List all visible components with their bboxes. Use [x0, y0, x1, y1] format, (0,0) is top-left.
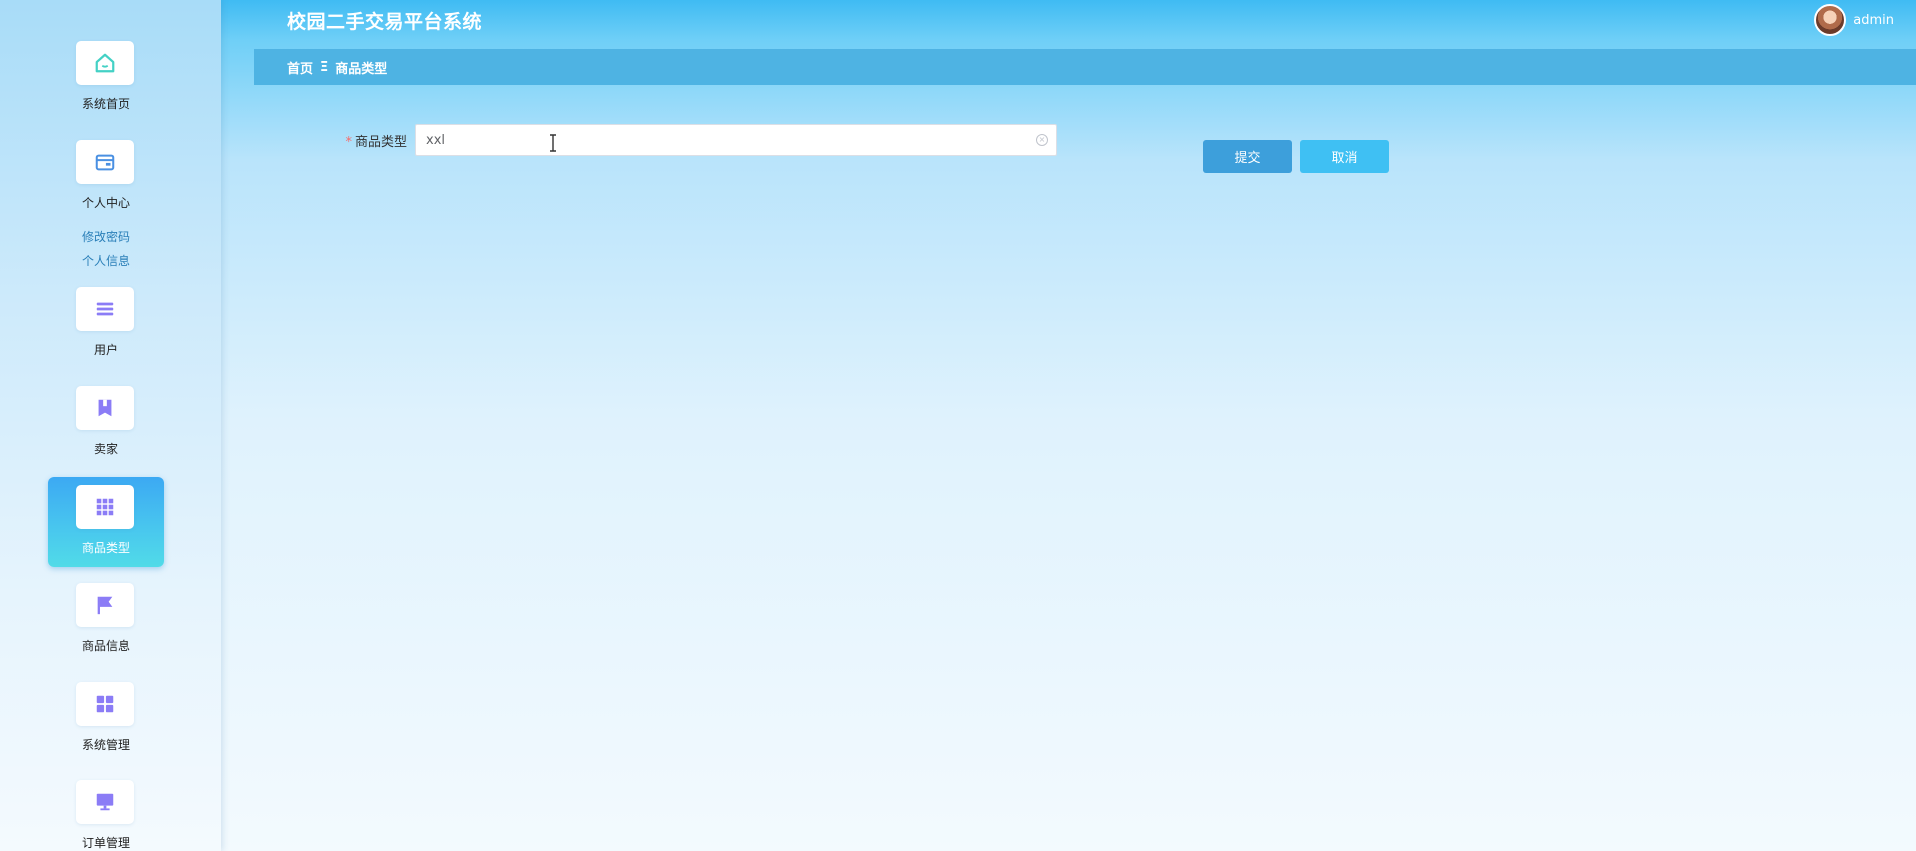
breadcrumb-separator: Ξ [320, 59, 329, 75]
username[interactable]: admin [1853, 13, 1894, 28]
sidebar-item-home-tile [76, 41, 134, 85]
sidebar-item-personal-center-tile [76, 140, 134, 184]
sidebar-item-users[interactable]: 用户 [48, 279, 164, 369]
product-type-label: * 商品类型 [340, 131, 415, 150]
sidebar-item-product-info-tile [76, 583, 134, 627]
wallet-icon [95, 154, 115, 171]
sidebar-item-label: 系统管理 [81, 738, 130, 752]
sidebar-item-label: 订单管理 [81, 836, 130, 850]
breadcrumb-current: 商品类型 [335, 61, 388, 77]
avatar[interactable] [1814, 4, 1847, 36]
sidebar-item-label: 商品类型 [81, 541, 130, 555]
breadcrumb-home[interactable]: 首页 [287, 58, 313, 77]
sidebar-item-label: 用户 [93, 343, 118, 357]
sidebar-item-product-type[interactable]: 商品类型 [48, 477, 164, 567]
cancel-button[interactable]: 取消 [1300, 140, 1389, 173]
required-mark: * [345, 134, 352, 150]
sidebar-item-system-management[interactable]: 系统管理 [48, 674, 164, 764]
sidebar-item-order-management-tile [76, 780, 134, 824]
sidebar-item-label: 系统首页 [81, 97, 130, 111]
sidebar-item-label: 商品信息 [81, 639, 130, 653]
monitor-icon [96, 793, 114, 811]
clear-icon[interactable]: × [1036, 134, 1048, 146]
sidebar-item-order-management[interactable]: 订单管理 [48, 772, 164, 851]
product-type-label-text: 商品类型 [354, 134, 407, 150]
flag-icon [97, 596, 113, 615]
sidebar: 系统首页 个人中心 修改密码 个人信息 用户 卖家 商品类型 商品信息 系统管理… [0, 0, 221, 851]
product-type-input-wrapper: × [415, 124, 1057, 156]
text-cursor-icon [550, 134, 556, 152]
submit-button[interactable]: 提交 [1203, 140, 1292, 173]
list-icon [96, 302, 114, 316]
sidebar-item-home[interactable]: 系统首页 [48, 33, 164, 123]
sidebar-item-product-type-tile [76, 485, 134, 529]
breadcrumb: 首页 Ξ 商品类型 [254, 49, 1916, 85]
sidebar-item-system-management-tile [76, 682, 134, 726]
apps-icon [96, 695, 114, 713]
sidebar-item-label: 卖家 [93, 442, 118, 456]
product-type-input[interactable] [416, 125, 1056, 155]
sidebar-item-personal-center[interactable]: 个人中心 [48, 132, 164, 222]
sidebar-item-product-info[interactable]: 商品信息 [48, 575, 164, 665]
user-menu[interactable]: admin [1814, 4, 1894, 36]
sidebar-item-label: 个人中心 [81, 196, 130, 210]
sidebar-item-sellers[interactable]: 卖家 [48, 378, 164, 468]
sidebar-item-sellers-tile [76, 386, 134, 430]
grid-icon [96, 498, 114, 516]
bookmark-icon [98, 399, 112, 417]
home-icon [95, 53, 115, 73]
sidebar-subitem-change-password[interactable]: 修改密码 [48, 228, 164, 245]
sidebar-item-users-tile [76, 287, 134, 331]
app-title: 校园二手交易平台系统 [287, 11, 483, 33]
product-type-form-row: *商品类型 × [340, 124, 1057, 156]
sidebar-subitem-personal-info[interactable]: 个人信息 [48, 252, 164, 269]
